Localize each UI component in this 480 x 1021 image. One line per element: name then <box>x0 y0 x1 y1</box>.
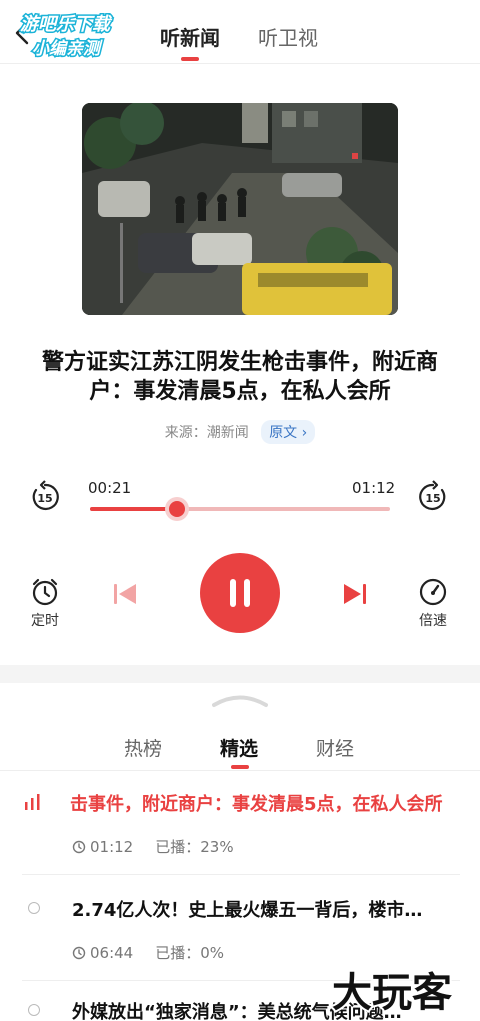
speedometer-icon <box>419 578 447 606</box>
alarm-clock-icon <box>32 578 58 606</box>
watermark-line1: 游吧乐下载 <box>20 14 113 35</box>
site-watermark-logo: 游吧乐下载 小编亲测 <box>12 8 148 61</box>
list-top-border <box>0 770 480 771</box>
rewind-label: 15 <box>37 492 52 505</box>
current-time: 00:21 <box>88 479 132 497</box>
previous-track-icon[interactable] <box>112 582 138 606</box>
top-header: 游吧乐下载 小编亲测 听新闻 听卫视 <box>0 0 480 64</box>
progress-fill <box>90 507 177 511</box>
list-item-duration: 01:12 <box>90 838 134 856</box>
progress-thumb[interactable] <box>169 501 185 517</box>
total-time: 01:12 <box>352 479 396 497</box>
list-item-meta: 01:12 已播：23% <box>72 836 234 857</box>
progress-slider[interactable] <box>90 501 390 517</box>
tab-hot-list[interactable]: 热榜 <box>124 734 162 761</box>
now-playing-equalizer-icon <box>24 794 42 810</box>
active-tab-indicator <box>181 57 199 61</box>
tab-listen-tv[interactable]: 听卫视 <box>258 22 318 51</box>
list-item-meta: 06:44 已播：0% <box>72 942 224 963</box>
pause-button[interactable] <box>200 553 280 633</box>
list-item-played: 已播：0% <box>155 944 225 962</box>
collapse-handle-icon[interactable] <box>212 692 268 708</box>
speed-button[interactable]: 倍速 <box>410 576 456 630</box>
speed-label: 倍速 <box>419 613 447 629</box>
list-separator <box>22 874 460 875</box>
forward-15-icon[interactable]: 15 <box>416 480 450 514</box>
tab-finance[interactable]: 财经 <box>316 734 354 761</box>
watermark-text: 大玩客 <box>332 970 452 1016</box>
source-row: 来源：潮新闻 原文 › <box>0 420 480 444</box>
section-divider <box>0 665 480 683</box>
article-cover-image <box>82 103 398 315</box>
list-item-played: 已播：23% <box>155 838 234 856</box>
tab-listen-news[interactable]: 听新闻 <box>160 22 220 51</box>
clock-icon <box>72 840 86 854</box>
timer-button[interactable]: 定时 <box>22 576 68 630</box>
list-item-duration: 06:44 <box>90 944 134 962</box>
source-label: 来源：潮新闻 <box>164 425 249 441</box>
forward-label: 15 <box>425 492 440 505</box>
original-article-link[interactable]: 原文 › <box>261 420 316 444</box>
playlist-tab-indicator <box>231 765 249 769</box>
watermark-line2: 小编亲测 <box>32 39 103 59</box>
brand-watermark: 大玩客 <box>328 960 472 1018</box>
next-track-icon[interactable] <box>342 582 368 606</box>
list-bullet-icon <box>28 1004 40 1016</box>
clock-icon <box>72 946 86 960</box>
list-item-title: 击事件，附近商户：事发清晨5点，在私人会所 <box>70 794 443 815</box>
rewind-15-icon[interactable]: 15 <box>28 480 62 514</box>
tab-featured[interactable]: 精选 <box>220 734 258 761</box>
pause-icon <box>230 579 250 607</box>
article-title: 警方证实江苏江阴发生枪击事件，附近商户：事发清晨5点，在私人会所 <box>41 350 438 404</box>
list-bullet-icon <box>28 902 40 914</box>
list-item-title: 2.74亿人次！史上最火爆五一背后，楼市… <box>72 900 423 921</box>
timer-label: 定时 <box>31 613 59 629</box>
